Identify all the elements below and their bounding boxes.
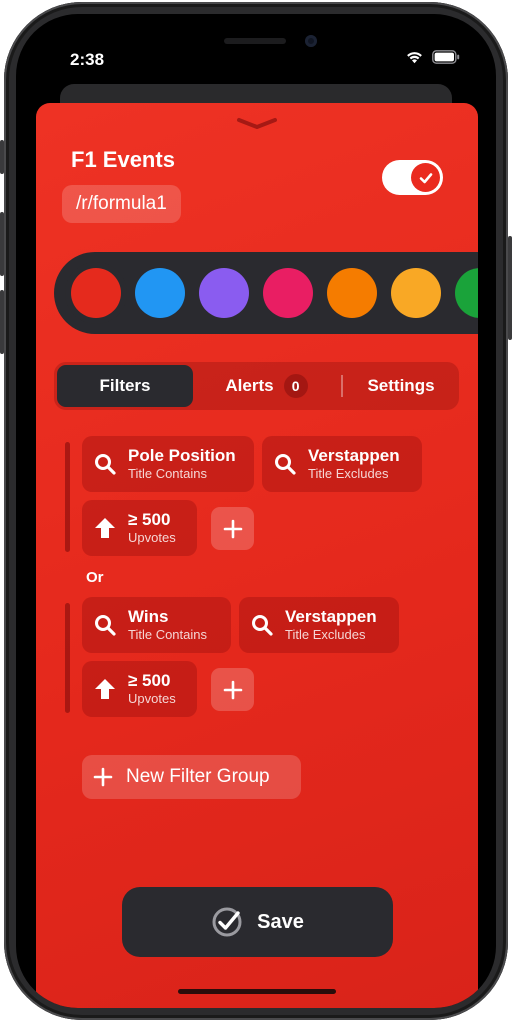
filter-chip[interactable]: Verstappen Title Excludes [262,436,422,492]
color-swatch-blue[interactable] [135,268,185,318]
dismiss-chevron-icon[interactable] [236,117,278,131]
earpiece-speaker [224,38,286,44]
screen: 2:38 F1 Events /r/formula1 Filters Alert… [16,14,496,1008]
plus-icon [223,519,242,538]
add-filter-button[interactable] [211,668,254,711]
color-picker [54,252,478,334]
upvote-arrow-icon [95,679,115,699]
filter-value: Wins [128,607,169,626]
chip-text: Wins Title Contains [128,607,223,643]
color-swatch-amber[interactable] [391,268,441,318]
filter-type: Title Excludes [285,627,366,642]
color-swatch-purple[interactable] [199,268,249,318]
search-icon [252,615,273,636]
chip-icon-wrap [82,452,128,476]
volume-down-button [0,290,4,354]
filter-value: ≥ 500 [128,510,171,529]
search-icon [95,454,116,475]
filter-chip[interactable]: Verstappen Title Excludes [239,597,399,653]
status-time: 2:38 [70,50,105,69]
save-button[interactable]: Save [122,887,393,957]
filter-type: Upvotes [128,691,176,706]
chip-text: Pole Position Title Contains [128,446,252,482]
filter-type: Upvotes [128,530,176,545]
plus-icon [223,680,242,699]
search-icon [95,615,116,636]
color-swatch-orange[interactable] [327,268,377,318]
status-icons [405,50,460,64]
volume-up-button [0,212,4,276]
upvote-arrow-icon [95,518,115,538]
sheet-title: F1 Events [71,147,175,172]
filter-chip[interactable]: ≥ 500 Upvotes [82,500,197,556]
filter-chip[interactable]: Wins Title Contains [82,597,231,653]
tab-bar: Filters Alerts 0 Settings [54,362,459,410]
filter-value: Verstappen [308,446,400,465]
chip-icon-wrap [239,613,285,637]
alerts-count-badge: 0 [283,374,308,398]
tab-alerts[interactable]: Alerts 0 [199,365,334,407]
chip-icon-wrap [82,613,128,637]
filter-chip[interactable]: Pole Position Title Contains [82,436,254,492]
color-swatch-pink[interactable] [263,268,313,318]
chip-icon-wrap [82,677,128,701]
color-swatch-red[interactable] [71,268,121,318]
chip-text: ≥ 500 Upvotes [128,510,192,546]
phone-frame: 2:38 F1 Events /r/formula1 Filters Alert… [0,0,512,1024]
toggle-knob [411,163,440,192]
wifi-icon [407,52,422,64]
search-icon [275,454,296,475]
filter-type: Title Contains [128,466,207,481]
tab-settings[interactable]: Settings [346,365,456,407]
checkmark-icon [419,172,432,183]
filter-value: ≥ 500 [128,671,171,690]
tab-divider [341,375,343,397]
color-swatch-green[interactable] [455,268,478,318]
silent-switch [0,140,4,174]
filter-type: Title Contains [128,627,207,642]
filter-value: Pole Position [128,446,236,465]
filter-type: Title Excludes [308,466,389,481]
checkmark-circle-icon [212,907,242,937]
new-filter-group-button[interactable]: New Filter Group [82,755,301,799]
chip-text: ≥ 500 Upvotes [128,671,192,707]
status-bar: 2:38 [16,14,496,94]
tab-filters[interactable]: Filters [57,365,193,407]
tab-settings-label: Settings [367,376,435,395]
chip-text: Verstappen Title Excludes [285,607,393,643]
tab-filters-label: Filters [99,376,151,395]
chip-icon-wrap [262,452,308,476]
front-camera [305,35,317,47]
new-filter-group-label: New Filter Group [126,766,270,787]
filter-value: Verstappen [285,607,377,626]
save-label: Save [257,910,304,933]
battery-icon [432,50,460,64]
chip-text: Verstappen Title Excludes [308,446,416,482]
enabled-toggle[interactable] [382,160,443,195]
plus-icon [93,767,113,787]
add-filter-button[interactable] [211,507,254,550]
tab-alerts-label: Alerts [225,376,274,395]
filter-edit-sheet: F1 Events /r/formula1 Filters Alerts 0 S… [36,103,478,1008]
subreddit-pill[interactable]: /r/formula1 [62,185,181,223]
or-separator: Or [86,569,104,586]
filter-chip[interactable]: ≥ 500 Upvotes [82,661,197,717]
home-indicator[interactable] [178,989,336,994]
filter-group-1-bar [65,442,70,552]
power-button [508,236,512,340]
filter-group-2-bar [65,603,70,713]
chip-icon-wrap [82,516,128,540]
